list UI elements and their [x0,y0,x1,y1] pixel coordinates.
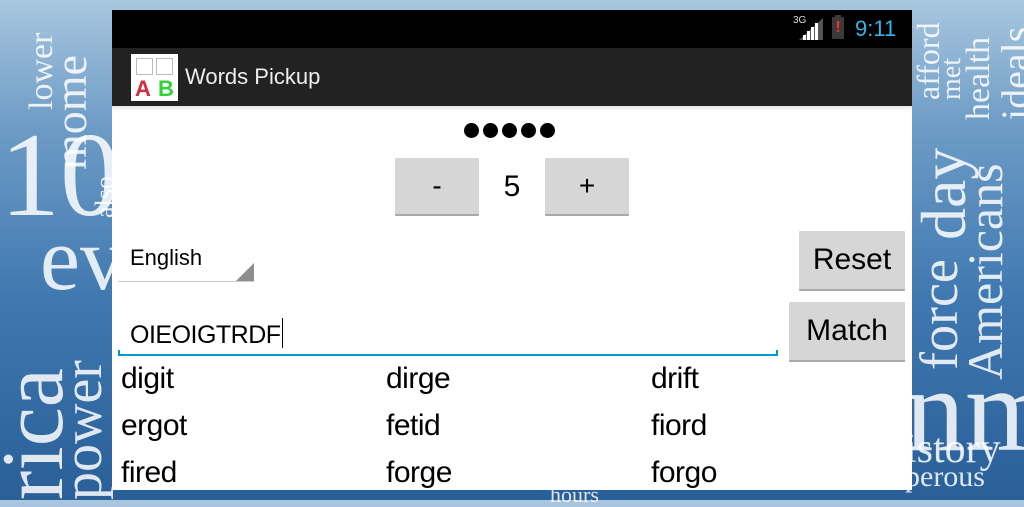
result-word[interactable]: fiord [651,409,707,443]
result-word[interactable]: forgo [651,456,717,490]
bg-word: power [52,360,114,500]
text-caret [281,318,283,348]
letters-input-value: OIEOIGTRDF [130,321,281,349]
app-window: 3G ! 9:11 A B Words Pickup - 5 + English… [112,10,912,490]
result-word[interactable]: fetid [386,409,441,443]
app-icon-letter-a: A [135,76,151,101]
status-bar: 3G ! 9:11 [112,10,912,48]
bg-word: health [960,36,997,120]
bg-word: ideals [993,26,1024,120]
length-dot [502,123,517,138]
length-dot [464,123,479,138]
result-word[interactable]: drift [651,362,699,396]
bg-word: perous [905,460,985,493]
input-underline-tick-right [776,350,778,356]
decrease-length-button[interactable]: - [395,158,479,216]
battery-alert-icon: ! [832,15,844,39]
app-icon[interactable]: A B [131,54,178,101]
input-underline-tick-left [118,350,120,356]
word-length-indicator [464,123,555,139]
action-bar-shadow [112,106,912,112]
result-word[interactable]: fired [121,456,177,490]
status-clock: 9:11 [855,16,897,41]
increase-length-button[interactable]: + [545,158,629,216]
app-icon-letter-b: B [158,76,174,101]
input-underline [118,354,778,356]
letter-slot-icon [156,58,173,75]
language-dropdown[interactable]: English [118,241,254,282]
dropdown-corner-icon [236,263,254,281]
length-dot [521,123,536,138]
result-word[interactable]: dirge [386,362,451,396]
letter-slot-icon [136,58,153,75]
letters-input[interactable]: OIEOIGTRDF [118,310,778,356]
result-word[interactable]: ergot [121,409,187,443]
reset-button[interactable]: Reset [799,231,905,291]
length-dot [540,123,555,138]
result-word[interactable]: digit [121,362,174,396]
signal-bars-icon [799,18,823,40]
length-dot [483,123,498,138]
app-title: Words Pickup [185,64,321,89]
word-length-value: 5 [503,170,521,203]
match-button[interactable]: Match [789,302,905,362]
result-word[interactable]: forge [386,456,452,490]
language-selected: English [130,245,203,270]
action-bar: A B Words Pickup [112,48,912,108]
